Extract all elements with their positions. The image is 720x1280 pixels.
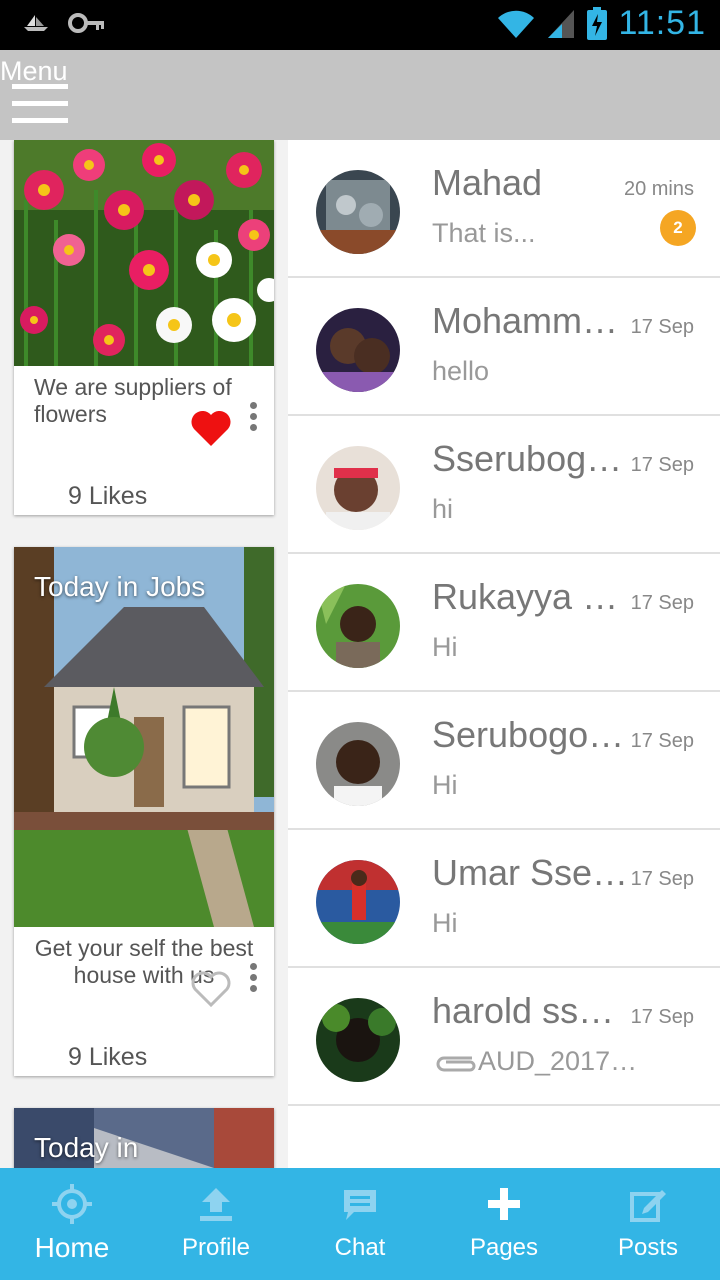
chat-last-message: Hi [432,908,458,938]
chat-contact-name: Mahad [432,162,543,203]
compass-icon [52,1184,92,1224]
post-photo[interactable]: Today in [14,1108,274,1168]
post-photo-title: Today in Jobs [34,571,206,602]
chat-timestamp: 17 Sep [630,454,694,476]
post-card[interactable]: Today in Jobs Get your self the best hou… [14,547,274,1076]
app-screen: 11:51 Menu We are suppliers of flowers 9… [0,0,720,1280]
hamburger-menu-icon[interactable] [12,84,68,124]
signal-icon [548,9,575,38]
more-options-icon[interactable] [250,402,260,436]
edit-post-icon [630,1190,666,1222]
chat-last-message: AUD_20171012 [432,1046,652,1077]
chat-row[interactable]: harold sserubogo 17 Sep AUD_20171012 [288,968,720,1106]
chat-row[interactable]: Mahad 20 mins That is... 2 [288,140,720,278]
chat-timestamp: 17 Sep [630,1006,694,1028]
nav-label: Home [34,1232,110,1263]
heart-liked-icon[interactable] [190,408,232,448]
boat-notification-icon [24,15,48,31]
chat-row[interactable]: Sserubogo Rukayya 17 Sep hi [288,416,720,554]
chat-timestamp: 17 Sep [630,868,694,890]
posts-feed[interactable]: We are suppliers of flowers 9 Likes Toda… [0,140,288,1168]
avatar[interactable] [316,860,400,944]
avatar[interactable] [316,998,400,1082]
attachment-clip-icon [436,1056,476,1072]
post-photo-house[interactable]: Today in Jobs [14,547,274,927]
menu-label[interactable]: Menu [0,56,68,87]
heart-outline-icon[interactable] [190,969,232,1009]
unread-count-badge: 2 [660,210,696,246]
plus-icon [488,1188,520,1220]
nav-chat[interactable]: Chat [288,1168,432,1280]
likes-count: 9 Likes [68,1043,148,1071]
likes-count: 9 Likes [68,482,148,510]
post-photo-title: Today in [34,1132,139,1163]
clock: 11:51 [618,4,706,42]
chat-row[interactable]: Mohammad Sserubogo 17 Sep hello [288,278,720,416]
post-photo-flowers[interactable] [14,140,274,366]
chat-contact-name: Umar Sserubogo [432,852,632,893]
attachment-filename: AUD_20171012 [478,1046,652,1076]
chat-timestamp: 17 Sep [630,592,694,614]
wifi-icon [498,10,535,38]
nav-label: Pages [469,1234,539,1261]
upload-icon [200,1188,232,1221]
nav-profile[interactable]: Profile [144,1168,288,1280]
chat-timestamp: 17 Sep [630,730,694,752]
avatar[interactable] [316,446,400,530]
bottom-navigation: Home Profile Chat Pages Posts [0,1168,720,1280]
chat-list[interactable]: Mahad 20 mins That is... 2 Mohammad Sser… [288,140,720,1168]
chat-last-message: Hi [432,632,458,662]
chat-contact-name: Mohammad Sserubogo [432,300,632,341]
nav-pages[interactable]: Pages [432,1168,576,1280]
chat-last-message: Hi [432,770,458,800]
avatar[interactable] [316,170,400,254]
chat-last-message: hi [432,494,454,524]
avatar[interactable] [316,584,400,668]
chat-contact-name: Rukayya Sserubogo [432,576,632,617]
post-card[interactable]: We are suppliers of flowers 9 Likes [14,140,274,515]
battery-charging-icon [587,6,608,40]
post-card[interactable]: Today in [14,1108,274,1168]
nav-posts[interactable]: Posts [576,1168,720,1280]
chat-row[interactable]: Serubogo Rukayya 17 Sep Hi [288,692,720,830]
chat-icon [344,1190,376,1220]
chat-last-message: hello [432,356,490,386]
avatar[interactable] [316,308,400,392]
avatar[interactable] [316,722,400,806]
chat-contact-name: Sserubogo Rukayya [432,438,632,479]
chat-contact-name: Serubogo Rukayya [432,714,632,755]
chat-row[interactable]: Rukayya Sserubogo 17 Sep Hi [288,554,720,692]
nav-label: Posts [617,1234,679,1261]
chat-last-message: That is... [432,218,536,248]
nav-home[interactable]: Home [0,1168,144,1280]
key-icon [68,13,104,33]
chat-row[interactable]: Umar Sserubogo 17 Sep Hi [288,830,720,968]
status-bar: 11:51 [0,0,720,50]
chat-contact-name: harold sserubogo [432,990,632,1031]
chat-timestamp: 17 Sep [630,316,694,338]
more-options-icon[interactable] [250,963,260,997]
chat-timestamp: 20 mins [623,178,694,200]
top-bar: Menu [0,50,720,140]
nav-label: Profile [181,1234,251,1261]
nav-label: Chat [334,1234,386,1261]
